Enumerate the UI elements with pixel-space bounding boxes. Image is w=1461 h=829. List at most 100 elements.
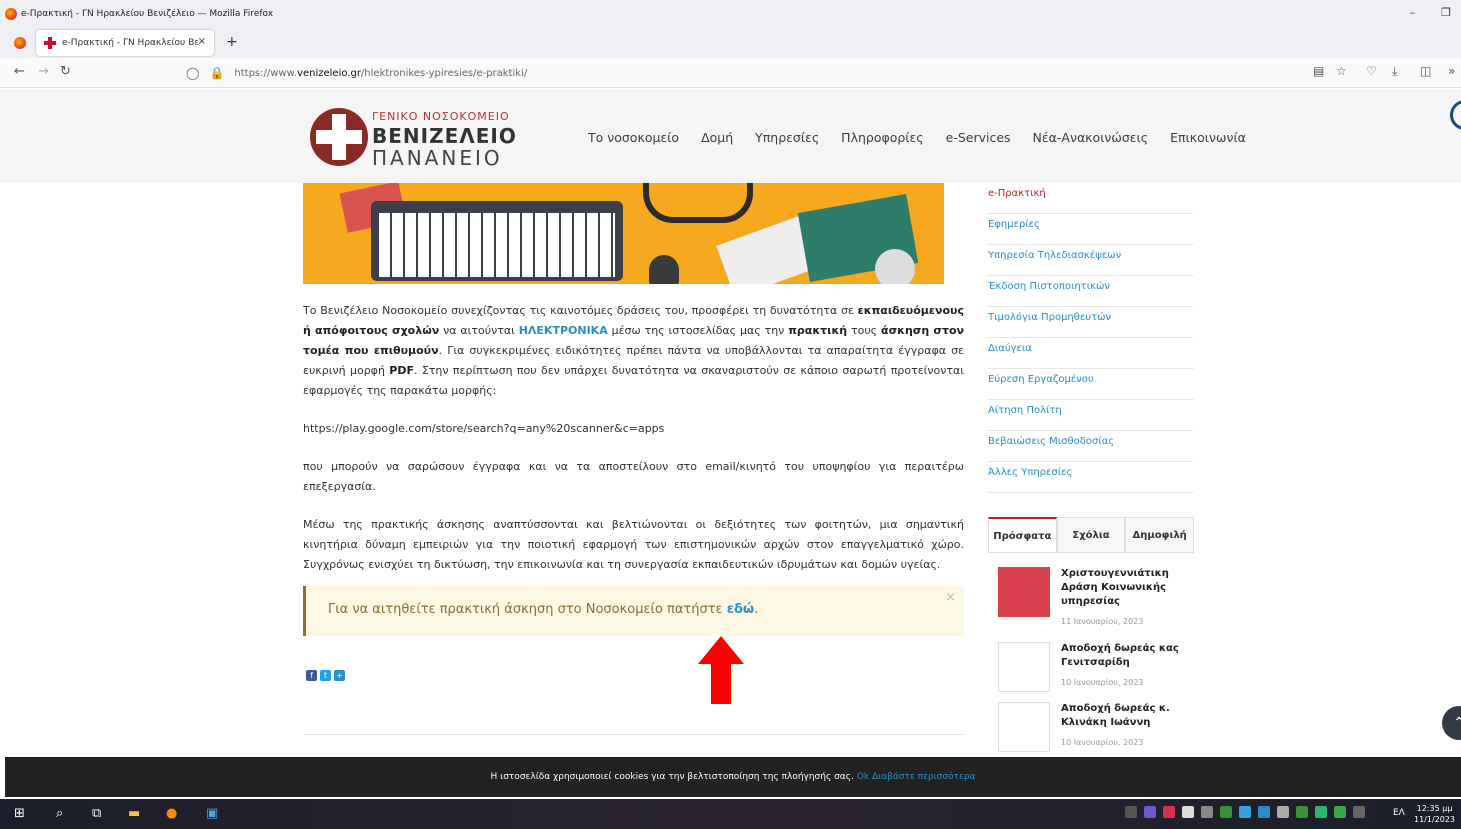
cd-illustration bbox=[875, 249, 915, 284]
tab-popular[interactable]: Δημοφιλή bbox=[1125, 517, 1195, 552]
twitter-share-icon[interactable]: t bbox=[320, 670, 331, 681]
content-divider bbox=[303, 734, 964, 735]
post-title[interactable]: Αποδοχή δωρεάς κας Γενιτσαρίδη bbox=[1061, 642, 1196, 670]
sidebar-item-shifts[interactable]: Εφημερίες bbox=[988, 214, 1194, 245]
tray-app-icon[interactable] bbox=[1220, 806, 1232, 818]
firefox-taskbar-icon[interactable]: ● bbox=[166, 806, 177, 821]
tray-app-icon[interactable] bbox=[1182, 806, 1194, 818]
post-thumbnail[interactable] bbox=[998, 642, 1050, 692]
volume-icon[interactable] bbox=[1353, 806, 1365, 818]
paragraph-intro: Το Βενιζέλειο Νοσοκομείο συνεχίζοντας τι… bbox=[303, 304, 965, 397]
nav-item-structure[interactable]: Δομή bbox=[701, 130, 733, 145]
electronic-link[interactable]: ΗΛΕΚΤΡΟΝΙΚΑ bbox=[519, 324, 608, 337]
sidebar-item-other-services[interactable]: Άλλες Υπηρεσίες bbox=[988, 462, 1194, 493]
facebook-share-icon[interactable]: f bbox=[306, 670, 317, 681]
post-date: 11 Ιανουαρίου, 2023 bbox=[1061, 617, 1144, 626]
forward-icon[interactable]: → bbox=[38, 64, 49, 79]
post-thumbnail[interactable] bbox=[998, 702, 1050, 752]
new-tab-button[interactable]: + bbox=[226, 34, 238, 50]
firefox-view-icon[interactable] bbox=[14, 37, 26, 49]
people-icon[interactable] bbox=[1125, 806, 1137, 818]
article-content: Το Βενιζέλειο Νοσοκομείο συνεχίζοντας τι… bbox=[303, 301, 964, 593]
tab-recent[interactable]: Πρόσφατα bbox=[988, 517, 1057, 552]
main-navigation: Το νοσοκομείο Δομή Υπηρεσίες Πληροφορίες… bbox=[588, 130, 1246, 145]
nav-item-hospital[interactable]: Το νοσοκομείο bbox=[588, 130, 679, 145]
share-buttons: f t + bbox=[306, 670, 345, 681]
post-date: 10 Ιανουαρίου, 2023 bbox=[1061, 678, 1144, 687]
site-logo[interactable]: ΓΕΝΙΚΟ ΝΟΣΟΚΟΜΕΙΟ ΒΕΝΙΖΕΛΕΙΟ ΠΑΝΑΝΕΙΟ bbox=[306, 100, 516, 176]
back-icon[interactable]: ← bbox=[14, 64, 25, 79]
minimize-button[interactable]: – bbox=[1410, 6, 1416, 19]
tab-title: e-Πρακτική - ΓΝ Ηρακλείου Βε bbox=[62, 38, 200, 48]
post-item[interactable]: Αποδοχή δωρεάς κας Γενιτσαρίδη 10 Ιανουα… bbox=[998, 642, 1194, 698]
firefox-icon bbox=[5, 8, 17, 20]
lock-icon[interactable]: 🔒 bbox=[209, 66, 224, 80]
apply-here-link[interactable]: εδώ bbox=[727, 602, 754, 617]
posts-tabs: Πρόσφατα Σχόλια Δημοφιλή bbox=[988, 517, 1195, 553]
services-sidebar: e-Πρακτική Εφημερίες Υπηρεσία Τηλεδιασκέ… bbox=[988, 183, 1194, 493]
addthis-share-icon[interactable]: + bbox=[334, 670, 345, 681]
keyboard-illustration bbox=[371, 201, 623, 281]
cookie-bar: Η ιστοσελίδα χρησιμοποιεί cookies για τη… bbox=[5, 757, 1461, 797]
tray-app-icon[interactable] bbox=[1163, 806, 1175, 818]
task-view-icon[interactable]: ⧉ bbox=[92, 806, 101, 821]
logo-line-3: ΠΑΝΑΝΕΙΟ bbox=[372, 146, 503, 170]
shield-icon[interactable]: ◯ bbox=[186, 66, 199, 80]
tray-app-icon[interactable] bbox=[1277, 806, 1289, 818]
search-icon[interactable]: ⌕ bbox=[56, 806, 63, 821]
notice-text: Για να αιτηθείτε πρακτική άσκηση στο Νοσ… bbox=[328, 602, 727, 617]
scroll-to-top-button[interactable]: ⌃ bbox=[1442, 706, 1461, 740]
sidebar-item-certificates[interactable]: Έκδοση Πιστοποιητικών bbox=[988, 276, 1194, 307]
sidebar-item-supplier-invoices[interactable]: Τιμολόγια Προμηθευτών bbox=[988, 307, 1194, 338]
sidebar-item-payroll[interactable]: Βεβαιώσεις Μισθοδοσίας bbox=[988, 431, 1194, 462]
nav-item-contact[interactable]: Επικοινωνία bbox=[1170, 130, 1246, 145]
sidebar-item-find-employee[interactable]: Εύρεση Εργαζομένου bbox=[988, 369, 1194, 400]
cookie-read-more-link[interactable]: Διαβάστε περισσότερα bbox=[872, 772, 976, 782]
hospital-emblem-icon bbox=[310, 108, 368, 166]
notes-app-icon[interactable]: ▣ bbox=[206, 806, 218, 821]
browser-tab[interactable]: e-Πρακτική - ΓΝ Ηρακλείου Βε × bbox=[36, 30, 214, 56]
bookmark-star-icon[interactable]: ☆ bbox=[1336, 64, 1347, 78]
post-item[interactable]: Χριστουγεννιάτικη Δράση Κοινωνικής υπηρε… bbox=[998, 567, 1196, 626]
reload-icon[interactable]: ↻ bbox=[60, 64, 71, 79]
sidebar-item-diavgeia[interactable]: Διαύγεια bbox=[988, 338, 1194, 369]
tray-app-icon[interactable] bbox=[1201, 806, 1213, 818]
maximize-button[interactable]: ❐ bbox=[1441, 6, 1451, 19]
url-prefix: https://www. bbox=[234, 67, 298, 79]
reader-view-icon[interactable]: ▤ bbox=[1313, 64, 1324, 78]
downloads-icon[interactable]: ⤓ bbox=[1392, 64, 1397, 79]
cookie-ok-button[interactable]: Ok bbox=[857, 772, 869, 782]
tab-close-icon[interactable]: × bbox=[198, 36, 206, 47]
tray-app-icon[interactable] bbox=[1144, 806, 1156, 818]
tray-app-icon[interactable] bbox=[1315, 806, 1327, 818]
sidebar-item-citizen-request[interactable]: Αίτηση Πολίτη bbox=[988, 400, 1194, 431]
post-thumbnail[interactable] bbox=[998, 567, 1050, 617]
sidebar-item-e-praktiki[interactable]: e-Πρακτική bbox=[988, 183, 1194, 214]
url-domain: venizeleio.gr bbox=[297, 67, 361, 79]
post-title[interactable]: Χριστουγεννιάτικη Δράση Κοινωνικής υπηρε… bbox=[1061, 567, 1196, 609]
notice-close-icon[interactable]: × bbox=[945, 590, 956, 605]
sidebar-item-teleconference[interactable]: Υπηρεσία Τηλεδιασκέψεων bbox=[988, 245, 1194, 276]
url-bar[interactable]: ◯ 🔒 https://www. venizeleio.gr/hlektronik… bbox=[186, 61, 1286, 85]
tray-app-icon[interactable] bbox=[1258, 806, 1270, 818]
mouse-illustration bbox=[649, 255, 679, 284]
nav-item-services[interactable]: Υπηρεσίες bbox=[755, 130, 819, 145]
file-explorer-icon[interactable]: ▬ bbox=[128, 806, 140, 821]
nav-item-e-services[interactable]: e-Services bbox=[946, 130, 1011, 145]
post-title[interactable]: Αποδοχή δωρεάς κ. Κλινάκη Ιωάννη bbox=[1061, 702, 1196, 730]
red-arrow-annotation bbox=[698, 636, 744, 704]
nav-item-news[interactable]: Νέα-Ανακοινώσεις bbox=[1033, 130, 1149, 145]
system-clock[interactable]: 12:35 μμ 11/1/2023 bbox=[1414, 803, 1455, 825]
start-icon[interactable]: ⊞ bbox=[14, 806, 25, 821]
tray-app-icon[interactable] bbox=[1239, 806, 1251, 818]
overflow-menu-icon[interactable]: » bbox=[1448, 64, 1455, 78]
tab-comments[interactable]: Σχόλια bbox=[1056, 517, 1126, 552]
language-indicator[interactable]: ΕΛ bbox=[1393, 808, 1405, 818]
pocket-icon[interactable]: ♡ bbox=[1366, 64, 1377, 78]
post-item[interactable]: Αποδοχή δωρεάς κ. Κλινάκη Ιωάννη 10 Ιανο… bbox=[998, 702, 1194, 758]
tray-app-icon[interactable] bbox=[1296, 806, 1308, 818]
nav-item-information[interactable]: Πληροφορίες bbox=[841, 130, 923, 145]
sidebar-toggle-icon[interactable]: ◫ bbox=[1420, 64, 1431, 78]
paragraph-scan-info: που μπορούν να σαρώσουν έγγραφα και να τ… bbox=[303, 460, 964, 493]
network-icon[interactable] bbox=[1334, 806, 1346, 818]
